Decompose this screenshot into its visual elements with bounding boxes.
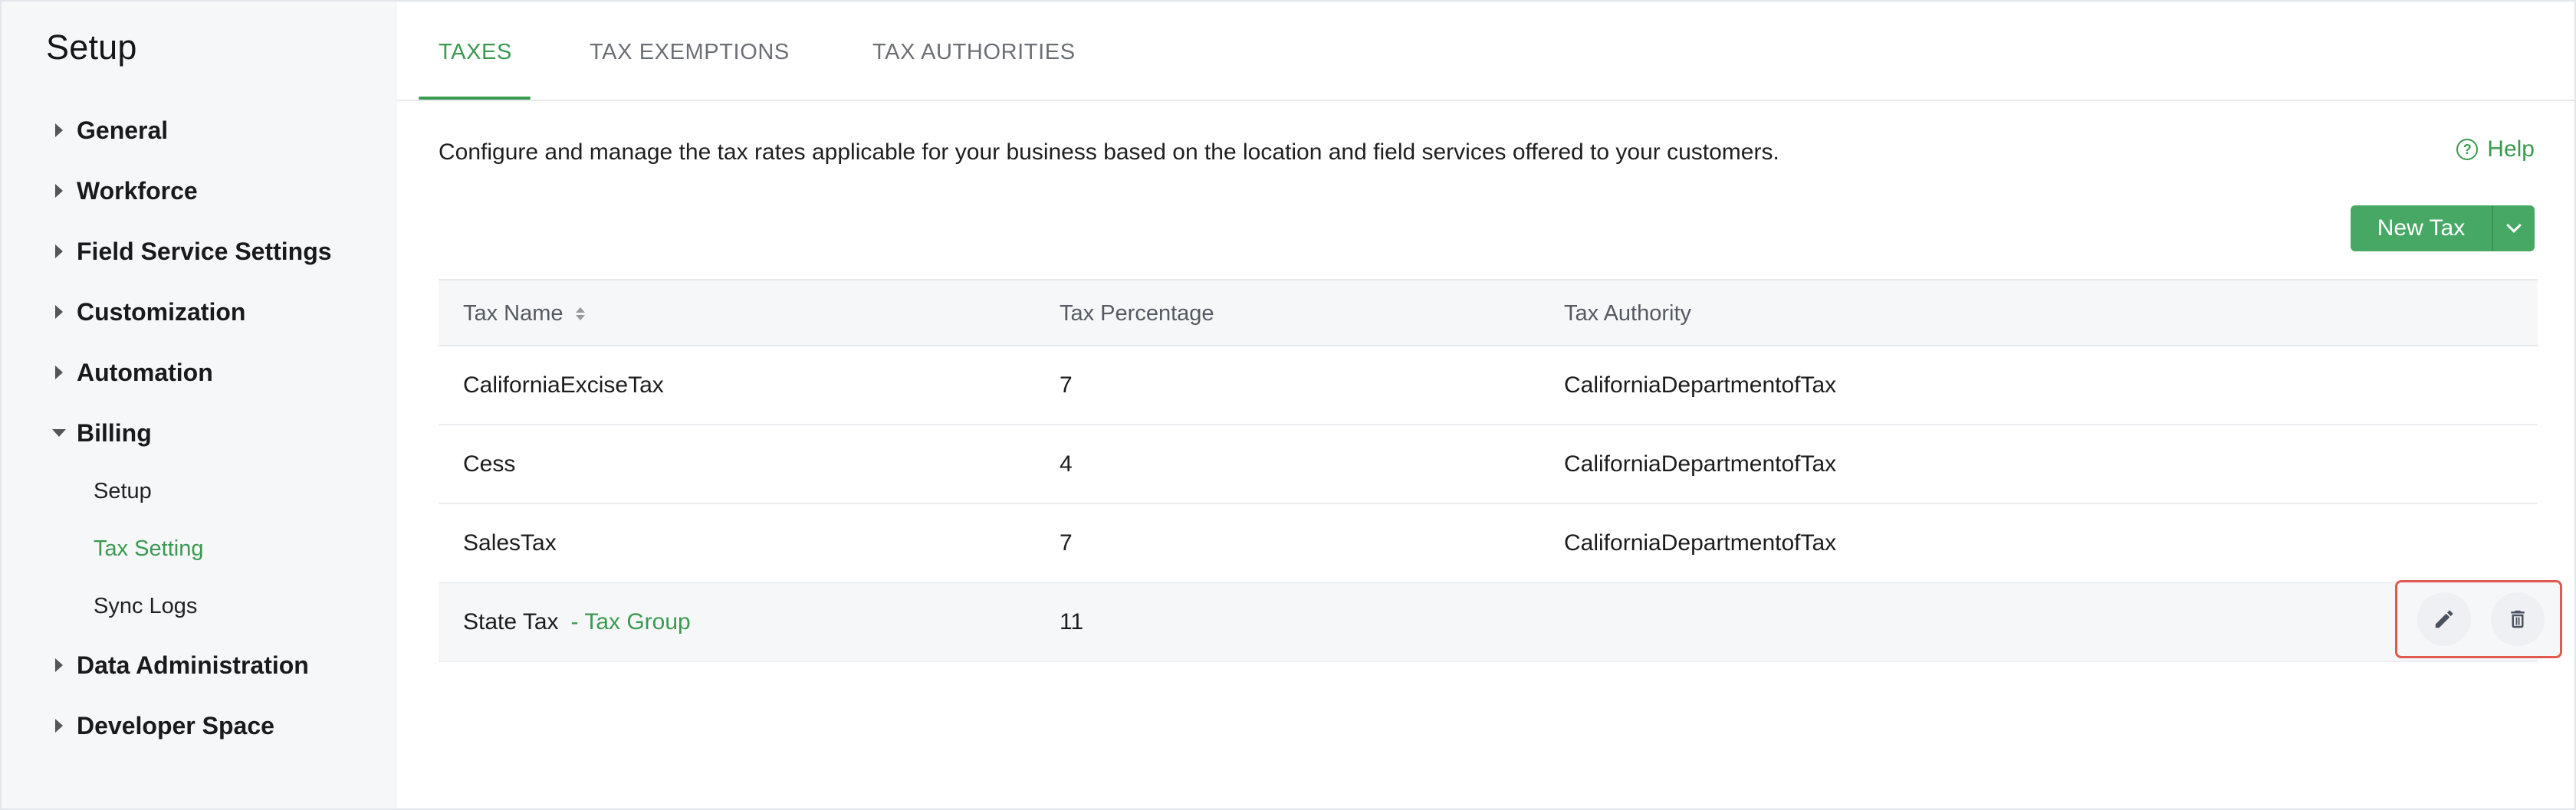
sidebar-item-label: Data Administration: [77, 651, 309, 679]
column-header-label: Tax Name: [463, 300, 564, 326]
sidebar-item-label: General: [77, 116, 169, 144]
sidebar-subitem-tax-setting[interactable]: Tax Setting: [94, 527, 203, 570]
table-row[interactable]: CaliforniaExciseTax 7 CaliforniaDepartme…: [439, 346, 2538, 425]
sidebar-item-customization[interactable]: Customization: [46, 289, 245, 335]
sidebar-item-label: Workforce: [77, 176, 198, 205]
sidebar-item-data-administration[interactable]: Data Administration: [46, 642, 309, 688]
sidebar-item-label: Field Service Settings: [77, 237, 332, 265]
tax-percentage-cell: 4: [1060, 451, 1073, 477]
table-row[interactable]: State Tax - Tax Group 11: [439, 580, 2562, 662]
tax-name-cell: Cess: [463, 451, 516, 477]
caret-right-icon: [46, 107, 77, 153]
tax-table: Tax Name Tax Percentage Tax Authority Ca…: [439, 279, 2562, 662]
edit-button[interactable]: [2417, 592, 2471, 646]
caret-right-icon: [46, 642, 77, 688]
column-header-tax-authority: Tax Authority: [1564, 300, 1692, 326]
chevron-down-icon: [2506, 218, 2522, 233]
tab-taxes[interactable]: TAXES: [439, 40, 512, 65]
tab-bar: TAXES TAX EXEMPTIONS TAX AUTHORITIES: [397, 2, 2574, 101]
tax-name-cell: State Tax - Tax Group: [463, 583, 691, 661]
tax-authority-cell: CaliforniaDepartmentofTax: [1564, 451, 1837, 477]
sidebar-item-automation[interactable]: Automation: [46, 349, 213, 395]
help-label: Help: [2487, 136, 2535, 162]
tax-percentage-cell: 7: [1060, 372, 1073, 398]
sidebar-item-general[interactable]: General: [46, 107, 168, 153]
sidebar-title: Setup: [46, 28, 137, 67]
table-row[interactable]: Cess 4 CaliforniaDepartmentofTax: [439, 425, 2538, 504]
caret-right-icon: [46, 289, 77, 335]
sidebar-item-label: Billing: [77, 418, 152, 447]
page-description: Configure and manage the tax rates appli…: [439, 139, 1779, 165]
table-row[interactable]: SalesTax 7 CaliforniaDepartmentofTax: [439, 504, 2538, 583]
caret-down-icon: [46, 410, 77, 456]
delete-button[interactable]: [2491, 592, 2545, 646]
column-header-tax-name[interactable]: Tax Name: [463, 280, 585, 346]
help-link[interactable]: ? Help: [2456, 136, 2535, 162]
sidebar-subitem-sync-logs[interactable]: Sync Logs: [94, 585, 197, 628]
main-content: TAXES TAX EXEMPTIONS TAX AUTHORITIES Con…: [397, 2, 2574, 808]
pencil-icon: [2435, 610, 2453, 628]
table-header: Tax Name Tax Percentage Tax Authority: [439, 279, 2538, 346]
caret-right-icon: [46, 349, 77, 395]
new-tax-button-group: New Tax: [2351, 205, 2535, 251]
caret-right-icon: [46, 703, 77, 749]
tax-name-cell: CaliforniaExciseTax: [463, 372, 664, 398]
column-header-tax-percentage: Tax Percentage: [1060, 300, 1214, 326]
help-circle-icon: ?: [2456, 139, 2479, 160]
tax-group-tag: - Tax Group: [570, 608, 691, 635]
sidebar-item-workforce[interactable]: Workforce: [46, 168, 198, 214]
sidebar-item-field-service-settings[interactable]: Field Service Settings: [46, 228, 332, 274]
caret-right-icon: [46, 168, 77, 214]
sidebar-item-label: Customization: [77, 297, 246, 326]
new-tax-dropdown-button[interactable]: [2492, 205, 2535, 251]
sort-icon[interactable]: [575, 307, 585, 320]
sidebar-item-label: Developer Space: [77, 711, 274, 739]
tax-authority-cell: CaliforniaDepartmentofTax: [1564, 372, 1837, 398]
tax-percentage-cell: 11: [1060, 608, 1084, 635]
sidebar: Setup General Workforce Field Service Se…: [2, 2, 397, 808]
row-actions-highlight: [2395, 580, 2562, 658]
sidebar-subitem-setup[interactable]: Setup: [94, 470, 152, 513]
sidebar-item-label: Automation: [77, 358, 213, 386]
sidebar-item-billing[interactable]: Billing: [46, 410, 152, 456]
sidebar-item-developer-space[interactable]: Developer Space: [46, 703, 274, 749]
tax-authority-cell: CaliforniaDepartmentofTax: [1564, 530, 1837, 556]
tab-tax-exemptions[interactable]: TAX EXEMPTIONS: [590, 40, 790, 65]
tax-percentage-cell: 7: [1060, 530, 1073, 556]
tab-tax-authorities[interactable]: TAX AUTHORITIES: [872, 40, 1076, 65]
active-tab-indicator: [419, 97, 531, 100]
new-tax-button[interactable]: New Tax: [2351, 205, 2492, 251]
tax-name-text: State Tax: [463, 608, 559, 635]
caret-right-icon: [46, 228, 77, 274]
trash-icon: [2511, 610, 2525, 628]
tax-name-cell: SalesTax: [463, 530, 557, 556]
